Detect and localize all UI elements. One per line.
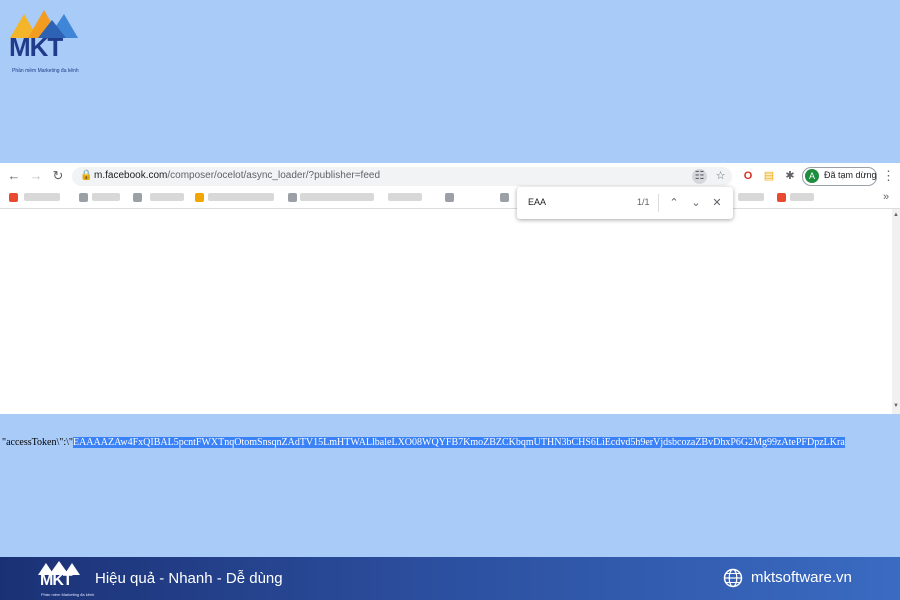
footer-logo-tagline: Phần mềm Marketing đa kênh bbox=[41, 592, 95, 597]
logo-tagline: Phần mềm Marketing đa kênh bbox=[12, 68, 79, 74]
bookmark-item[interactable] bbox=[92, 193, 120, 201]
find-prev-icon[interactable]: ⌃ bbox=[665, 194, 683, 212]
bookmark-icon[interactable] bbox=[133, 193, 142, 202]
profile-label: Đã tạm dừng bbox=[824, 170, 877, 180]
bookmark-item[interactable] bbox=[300, 193, 374, 201]
brand-logo: MKT Phần mềm Marketing đa kênh bbox=[8, 10, 80, 78]
bookmark-item[interactable] bbox=[208, 193, 274, 201]
bookmarks-bar: » bbox=[0, 188, 900, 209]
divider bbox=[658, 194, 659, 212]
profile-button[interactable]: A Đã tạm dừng bbox=[802, 167, 877, 186]
bookmark-icon[interactable] bbox=[195, 193, 204, 202]
find-bar: EAA 1/1 ⌃ ⌄ ✕ bbox=[517, 187, 733, 219]
bookmark-icon[interactable] bbox=[777, 193, 786, 202]
back-icon[interactable]: ← bbox=[6, 168, 22, 184]
bookmark-item[interactable] bbox=[738, 193, 764, 201]
bookmark-star-icon[interactable]: ☆ bbox=[713, 169, 728, 184]
token-highlight[interactable]: EAAAAZAw4FxQIBAL5pcntFWXTnqOtomSnsqnZAdT… bbox=[72, 437, 845, 448]
find-match-count: 1/1 bbox=[637, 197, 650, 207]
browser-toolbar: ← → ↻ 🔒 m.facebook.com/composer/ocelot/a… bbox=[0, 163, 900, 188]
globe-icon bbox=[723, 568, 743, 588]
bookmark-icon[interactable] bbox=[9, 193, 18, 202]
bookmark-item[interactable] bbox=[388, 193, 422, 201]
lock-icon: 🔒 bbox=[80, 170, 93, 181]
scroll-down-icon[interactable]: ▼ bbox=[893, 403, 899, 409]
reload-icon[interactable]: ↻ bbox=[50, 168, 66, 184]
menu-icon[interactable]: ⋮ bbox=[882, 168, 895, 184]
bookmark-item[interactable] bbox=[150, 193, 184, 201]
browser-window: ← → ↻ 🔒 m.facebook.com/composer/ocelot/a… bbox=[0, 163, 900, 448]
address-bar[interactable]: 🔒 m.facebook.com/composer/ocelot/async_l… bbox=[72, 167, 732, 186]
find-input[interactable]: EAA bbox=[528, 197, 546, 207]
footer-logo-text: MKT bbox=[40, 572, 73, 589]
extension-icon[interactable]: ✱ bbox=[783, 169, 797, 183]
notes-extension-icon[interactable]: ▤ bbox=[762, 169, 776, 183]
chevron-more-icon[interactable]: » bbox=[883, 191, 889, 203]
token-prefix: "accessToken\":\" bbox=[2, 437, 73, 448]
bookmark-icon[interactable] bbox=[79, 193, 88, 202]
close-icon[interactable]: ✕ bbox=[708, 194, 726, 212]
vertical-scrollbar[interactable] bbox=[892, 209, 900, 414]
footer-logo: MKT Phần mềm Marketing đa kênh bbox=[38, 561, 94, 597]
website-link[interactable]: mktsoftware.vn bbox=[751, 569, 852, 586]
bookmark-icon[interactable] bbox=[445, 193, 454, 202]
avatar: A bbox=[805, 169, 819, 183]
url-text[interactable]: m.facebook.com/composer/ocelot/async_loa… bbox=[94, 170, 380, 181]
bookmark-item[interactable] bbox=[24, 193, 60, 201]
footer-banner: MKT Phần mềm Marketing đa kênh Hiệu quả … bbox=[0, 557, 900, 600]
bookmark-icon[interactable] bbox=[500, 193, 509, 202]
forward-icon[interactable]: → bbox=[28, 168, 44, 184]
bookmark-icon[interactable] bbox=[288, 193, 297, 202]
find-next-icon[interactable]: ⌄ bbox=[687, 194, 705, 212]
logo-text: MKT bbox=[9, 32, 63, 62]
opera-extension-icon[interactable]: O bbox=[741, 169, 755, 183]
find-page-icon[interactable]: ☷ bbox=[692, 169, 707, 184]
access-token-text[interactable]: "accessToken\":\"EAAAAZAw4FxQIBAL5pcntFW… bbox=[2, 437, 892, 448]
slogan: Hiệu quả - Nhanh - Dễ dùng bbox=[95, 570, 283, 587]
page-content: "accessToken\":\"EAAAAZAw4FxQIBAL5pcntFW… bbox=[0, 209, 892, 448]
bookmark-item[interactable] bbox=[790, 193, 814, 201]
scroll-up-icon[interactable]: ▲ bbox=[893, 212, 899, 218]
